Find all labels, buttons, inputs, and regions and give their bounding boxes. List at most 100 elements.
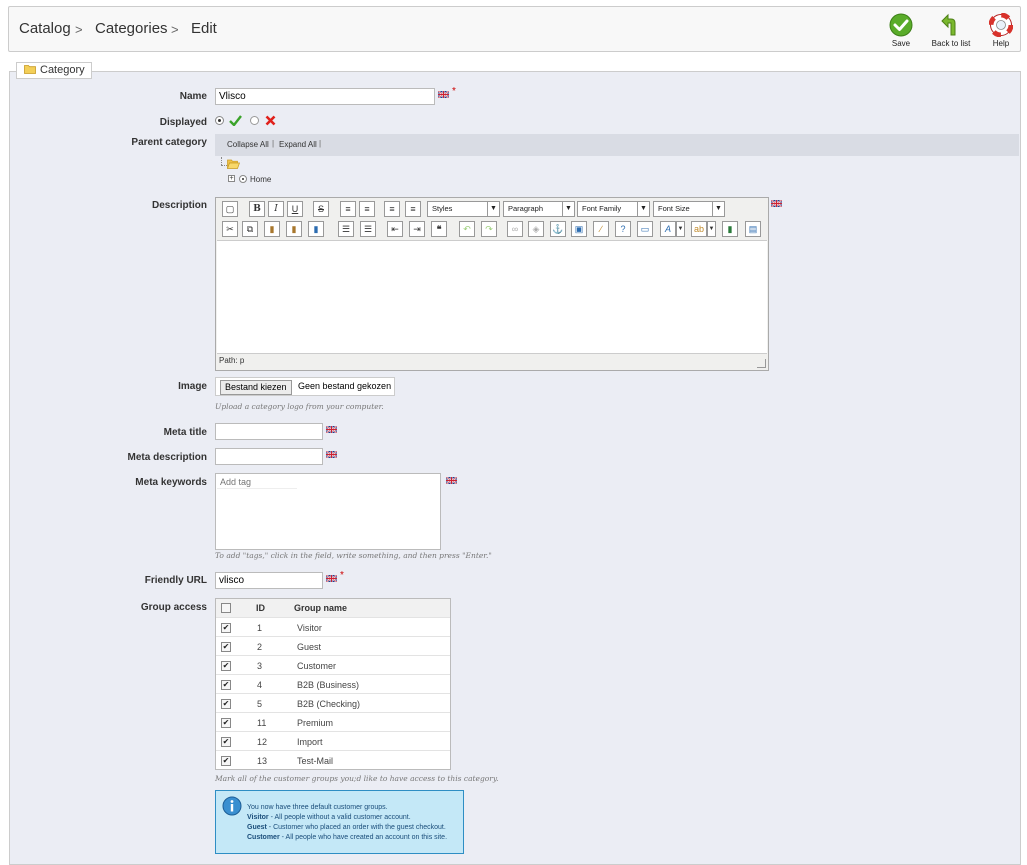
table-row[interactable]: ✔ 5 B2B (Checking) xyxy=(216,693,450,713)
group-checkbox[interactable]: ✔ xyxy=(221,737,231,747)
resize-handle-icon[interactable] xyxy=(757,359,766,368)
align-justify-icon[interactable]: ≡ xyxy=(405,201,421,217)
paste-text-icon[interactable]: ▮ xyxy=(286,221,302,237)
outdent-icon[interactable]: ⇤ xyxy=(387,221,403,237)
table-row[interactable]: ✔ 12 Import xyxy=(216,731,450,751)
paragraph-select-label: Paragraph xyxy=(508,204,544,213)
table-row[interactable]: ✔ 11 Premium xyxy=(216,712,450,732)
paste-icon[interactable]: ▮ xyxy=(264,221,280,237)
image-hint: Upload a category logo from your compute… xyxy=(215,402,384,411)
uk-flag-icon[interactable] xyxy=(326,451,337,458)
group-checkbox[interactable]: ✔ xyxy=(221,661,231,671)
save-button[interactable]: Save xyxy=(881,13,921,48)
add-tag-input[interactable] xyxy=(217,475,297,489)
meta-title-input[interactable] xyxy=(215,423,323,440)
save-label: Save xyxy=(891,39,911,48)
group-checkbox[interactable]: ✔ xyxy=(221,623,231,633)
cross-icon xyxy=(265,115,276,126)
select-all-checkbox[interactable] xyxy=(221,603,231,613)
table-row[interactable]: ✔ 4 B2B (Business) xyxy=(216,674,450,694)
html-source-icon[interactable]: ▭ xyxy=(637,221,653,237)
template-icon[interactable]: ▤ xyxy=(745,221,761,237)
group-name-cell: Guest xyxy=(297,642,322,652)
align-center-icon[interactable]: ≡ xyxy=(359,201,375,217)
displayed-yes-radio[interactable] xyxy=(215,116,224,125)
collapse-all-link[interactable]: Collapse All xyxy=(227,140,269,149)
group-name-cell: B2B (Checking) xyxy=(297,699,361,709)
tree-node-home[interactable]: Home xyxy=(250,175,271,184)
cleanup-icon[interactable]: ∕ xyxy=(593,221,609,237)
editor-content-area[interactable] xyxy=(217,240,767,354)
chevron-down-icon[interactable]: ▼ xyxy=(707,221,716,237)
anchor-icon[interactable]: ⚓ xyxy=(550,221,566,237)
uk-flag-icon[interactable] xyxy=(446,477,457,484)
chevron-down-icon[interactable]: ▼ xyxy=(676,221,685,237)
link-icon[interactable]: ∞ xyxy=(507,221,523,237)
friendly-url-label: Friendly URL xyxy=(144,575,207,586)
undo-icon[interactable]: ↶ xyxy=(459,221,475,237)
table-row[interactable]: ✔ 1 Visitor xyxy=(216,617,450,637)
table-row[interactable]: ✔ 2 Guest xyxy=(216,636,450,656)
numbered-list-icon[interactable]: ☰ xyxy=(360,221,376,237)
group-checkbox[interactable]: ✔ xyxy=(221,680,231,690)
tree-expand-toggle[interactable]: + xyxy=(228,175,235,182)
breadcrumb-categories[interactable]: Categories xyxy=(95,20,168,37)
font-family-select[interactable]: Font Family ▼ xyxy=(577,201,650,217)
italic-button[interactable]: I xyxy=(268,201,284,217)
table-row[interactable]: ✔ 3 Customer xyxy=(216,655,450,675)
align-left-icon[interactable]: ≡ xyxy=(340,201,356,217)
help-label: Help xyxy=(992,39,1010,48)
paste-word-icon[interactable]: ▮ xyxy=(308,221,324,237)
uk-flag-icon[interactable] xyxy=(326,426,337,433)
underline-button[interactable]: U xyxy=(287,201,303,217)
bold-button[interactable]: B xyxy=(249,201,265,217)
group-checkbox[interactable]: ✔ xyxy=(221,756,231,766)
group-access-label: Group access xyxy=(140,602,207,613)
help-button[interactable]: Help xyxy=(981,13,1021,48)
image-file-input: Bestand kiezen Geen bestand gekozen xyxy=(215,377,395,396)
group-id-cell: 3 xyxy=(257,661,263,671)
new-document-icon[interactable]: ▢ xyxy=(222,201,238,217)
uk-flag-icon[interactable] xyxy=(771,200,782,207)
copy-icon[interactable]: ⧉ xyxy=(242,221,258,237)
redo-icon[interactable]: ↷ xyxy=(481,221,497,237)
choose-file-button[interactable]: Bestand kiezen xyxy=(220,380,292,395)
group-id-cell: 2 xyxy=(257,642,263,652)
help-circle-icon[interactable]: ? xyxy=(615,221,631,237)
expand-all-link[interactable]: Expand All xyxy=(279,140,317,149)
styles-select[interactable]: Styles ▼ xyxy=(427,201,500,217)
unlink-icon[interactable]: ◈ xyxy=(528,221,544,237)
image-icon[interactable]: ▣ xyxy=(571,221,587,237)
text-color-icon[interactable]: A xyxy=(660,221,676,237)
uk-flag-icon[interactable] xyxy=(438,91,449,98)
chevron-down-icon: ▼ xyxy=(562,202,574,216)
name-input[interactable] xyxy=(215,88,435,105)
displayed-no-radio[interactable] xyxy=(250,116,259,125)
info-customer-title: Customer xyxy=(247,834,280,841)
indent-icon[interactable]: ⇥ xyxy=(409,221,425,237)
paragraph-select[interactable]: Paragraph ▼ xyxy=(503,201,575,217)
media-icon[interactable]: ▮ xyxy=(722,221,738,237)
friendly-url-input[interactable] xyxy=(215,572,323,589)
info-guest-title: Guest xyxy=(247,824,267,831)
strikethrough-button[interactable]: S xyxy=(313,201,329,217)
table-row[interactable]: ✔ 13 Test-Mail xyxy=(216,750,450,770)
font-size-select[interactable]: Font Size ▼ xyxy=(653,201,725,217)
cut-icon[interactable]: ✂ xyxy=(222,221,238,237)
category-fieldset xyxy=(9,71,1021,865)
background-color-icon[interactable]: ab xyxy=(691,221,707,237)
back-to-list-button[interactable]: Back to list xyxy=(930,13,972,48)
group-checkbox[interactable]: ✔ xyxy=(221,642,231,652)
group-checkbox[interactable]: ✔ xyxy=(221,699,231,709)
meta-keywords-tag-box[interactable] xyxy=(215,473,441,550)
breadcrumb-catalog[interactable]: Catalog xyxy=(19,20,71,37)
uk-flag-icon[interactable] xyxy=(326,575,337,582)
align-right-icon[interactable]: ≡ xyxy=(384,201,400,217)
bullet-list-icon[interactable]: ☰ xyxy=(338,221,354,237)
group-checkbox[interactable]: ✔ xyxy=(221,718,231,728)
breadcrumb-separator: > xyxy=(171,22,179,37)
col-id-header: ID xyxy=(256,603,265,613)
blockquote-icon[interactable]: ❝ xyxy=(431,221,447,237)
meta-description-input[interactable] xyxy=(215,448,323,465)
home-category-radio[interactable] xyxy=(239,175,247,183)
